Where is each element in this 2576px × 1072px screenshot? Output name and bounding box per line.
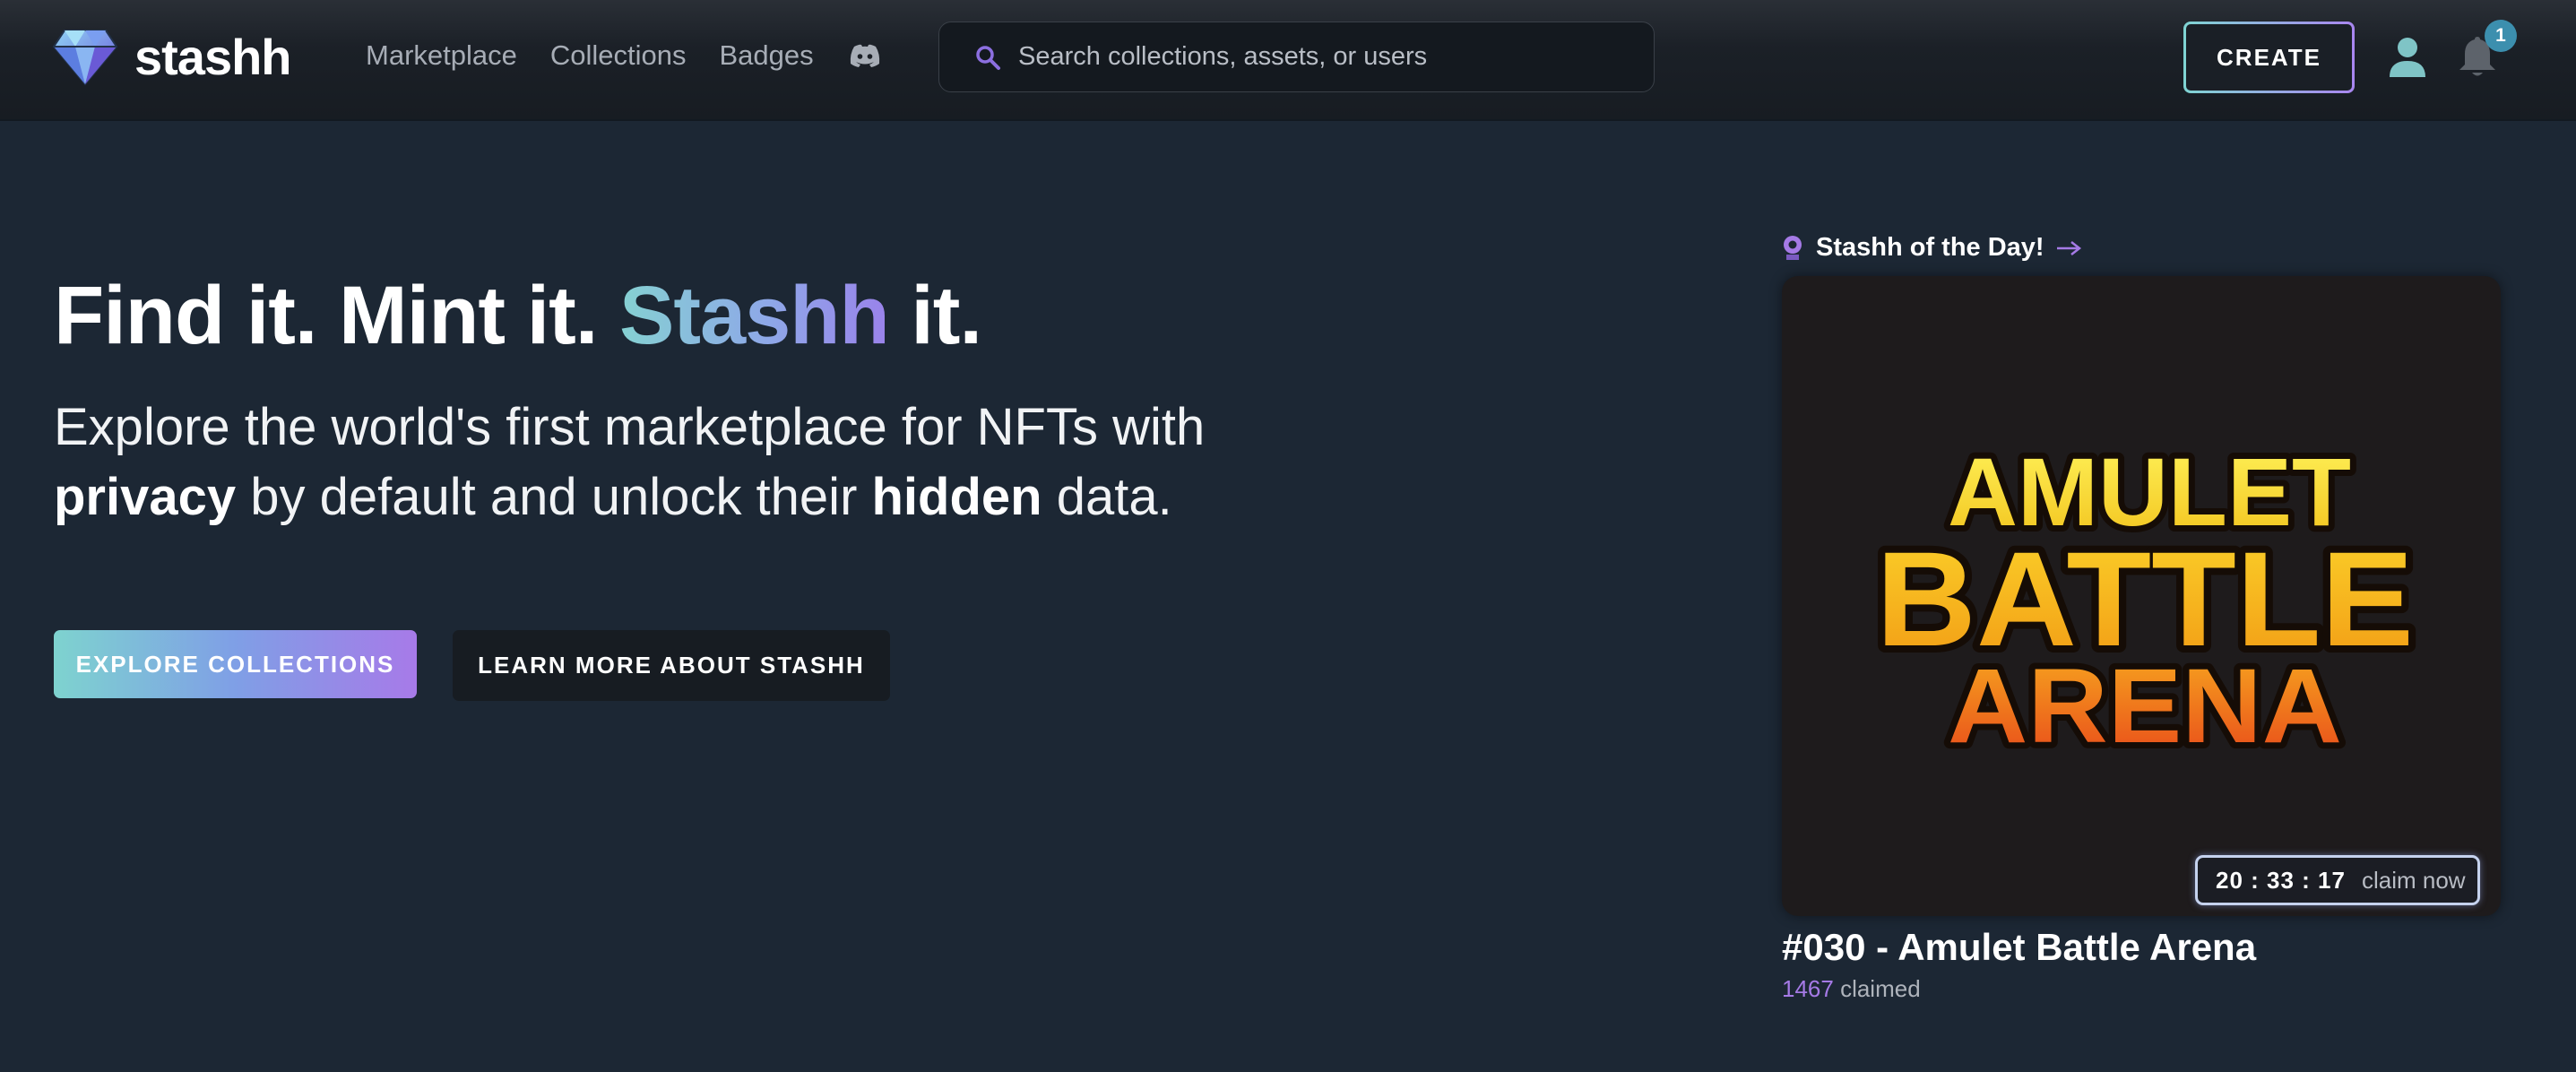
brand-name: stashh: [134, 28, 291, 85]
claim-now-label: claim now: [2361, 866, 2466, 894]
search-bar[interactable]: [938, 22, 1655, 92]
main-nav: Marketplace Collections Badges: [366, 39, 881, 72]
notification-badge[interactable]: 1: [2485, 20, 2517, 52]
top-header: stashh Marketplace Collections Badges CR…: [0, 0, 2576, 119]
stashh-of-the-day-heading: Stashh of the Day!: [1816, 233, 2044, 262]
arrow-right-icon: [2056, 240, 2081, 255]
nav-badges[interactable]: Badges: [719, 39, 813, 72]
diamond-logo-icon: [52, 30, 118, 86]
claim-timer-button[interactable]: 20 : 33 : 17 claim now: [2195, 855, 2480, 905]
claimed-count: 1467 claimed: [1782, 975, 1921, 1002]
search-icon: [976, 45, 1000, 70]
discord-icon[interactable]: [849, 43, 881, 68]
amulet-battle-arena-artwork: AMULET BATTLE ARENA: [1869, 431, 2421, 769]
hero-title: Find it. Mint it. Stashh it.: [54, 270, 982, 361]
artwork-line-3: ARENA: [1948, 647, 2342, 765]
user-icon[interactable]: [2388, 36, 2427, 79]
nav-marketplace[interactable]: Marketplace: [366, 39, 517, 72]
explore-collections-button[interactable]: EXPLORE COLLECTIONS: [54, 630, 417, 698]
learn-more-button[interactable]: LEARN MORE ABOUT STASHH: [453, 630, 890, 701]
create-button[interactable]: CREATE: [2183, 22, 2355, 93]
search-input[interactable]: [1016, 41, 1629, 73]
pin-icon: [1784, 235, 1802, 260]
stashh-of-the-day-link[interactable]: Stashh of the Day!: [1782, 233, 2082, 263]
nav-collections[interactable]: Collections: [550, 39, 687, 72]
brand-logo[interactable]: stashh: [52, 25, 291, 88]
hero-title-highlight: Stashh: [618, 270, 890, 361]
featured-nft-title[interactable]: #030 - Amulet Battle Arena: [1782, 926, 2256, 969]
featured-nft-card[interactable]: AMULET BATTLE ARENA: [1782, 276, 2501, 916]
countdown-timer: 20 : 33 : 17: [2216, 866, 2346, 894]
hero-subtitle: Explore the world's first marketplace fo…: [54, 398, 1206, 526]
